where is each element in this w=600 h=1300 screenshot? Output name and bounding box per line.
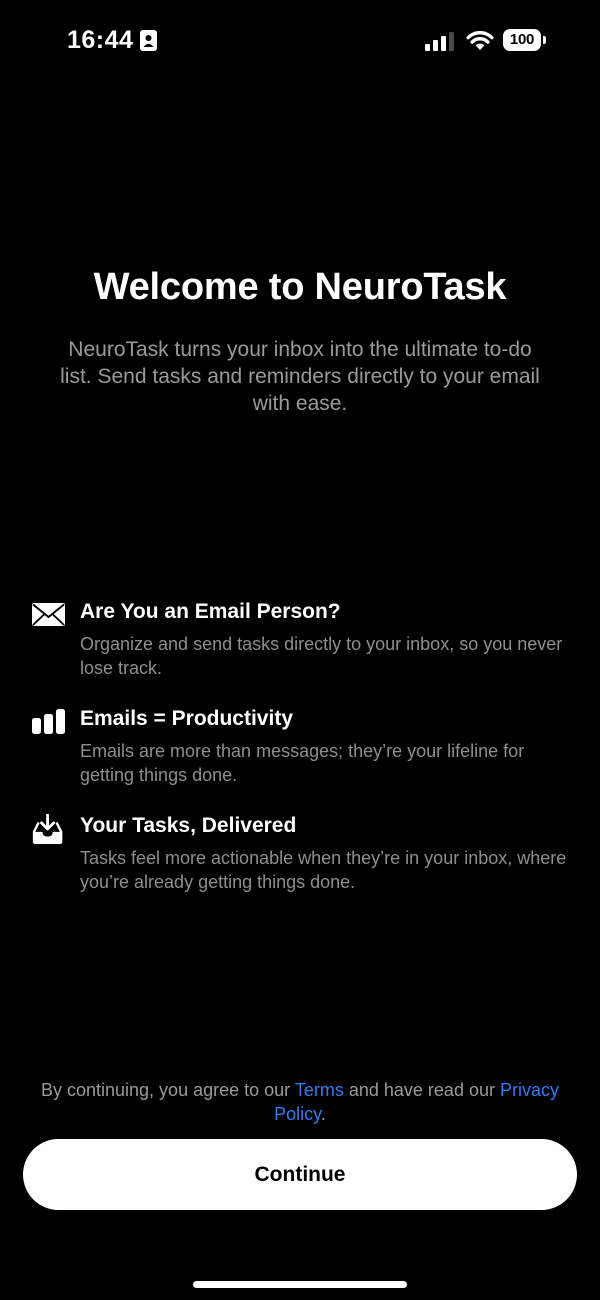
page-subtitle: NeuroTask turns your inbox into the ulti… — [60, 338, 540, 415]
battery-level: 100 — [503, 29, 541, 51]
envelope-icon — [32, 603, 65, 626]
legal-prefix: By continuing, you agree to our — [40, 1080, 291, 1100]
feature-description: Emails are more than messages; they’re y… — [80, 741, 525, 785]
status-time: 16:44 — [67, 26, 134, 54]
battery-cap — [543, 36, 546, 44]
home-indicator[interactable] — [193, 1281, 407, 1288]
inbox-download-icon — [32, 814, 63, 844]
feature-title: Are You an Email Person? — [80, 600, 341, 623]
feature-title: Your Tasks, Delivered — [80, 814, 297, 837]
legal-middle: and have read our — [348, 1080, 495, 1100]
legal-suffix: . — [320, 1104, 326, 1124]
page-title: Welcome to NeuroTask — [93, 266, 507, 308]
feature-description: Tasks feel more actionable when they’re … — [80, 848, 567, 892]
battery-icon: 100 — [503, 29, 547, 51]
bar-chart-icon — [32, 709, 65, 734]
wifi-icon — [466, 30, 494, 50]
continue-button[interactable]: Continue — [23, 1139, 577, 1210]
status-bar: 16:44 100 — [0, 0, 600, 84]
id-badge-icon — [140, 30, 157, 51]
legal-notice: By continuing, you agree to our Terms an… — [40, 1078, 560, 1126]
feature-description: Organize and send tasks directly to your… — [80, 634, 563, 678]
terms-link[interactable]: Terms — [295, 1080, 344, 1100]
feature-title: Emails = Productivity — [80, 707, 293, 730]
cellular-signal-icon — [425, 32, 454, 51]
